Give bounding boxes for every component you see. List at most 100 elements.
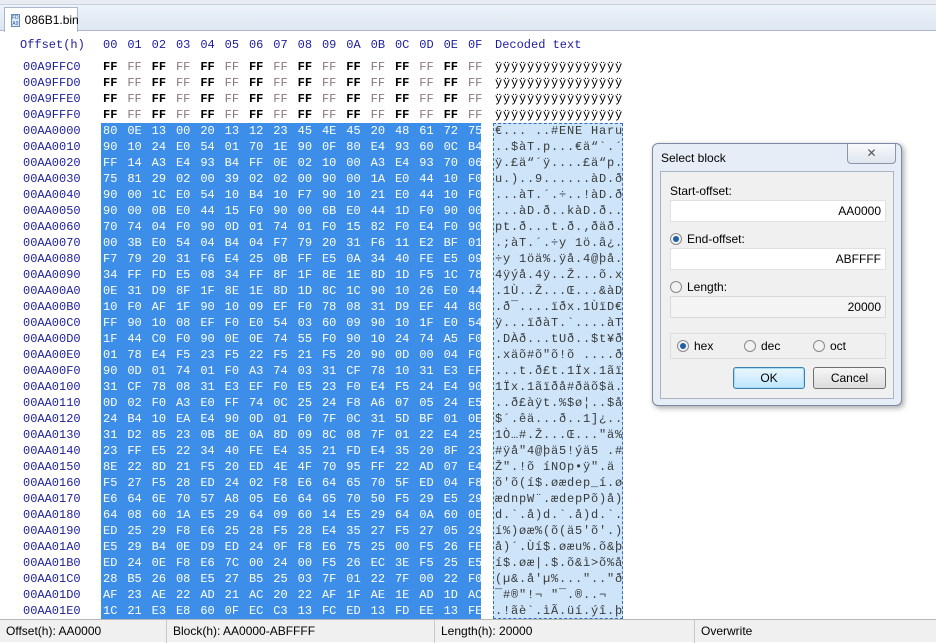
- byte-cell[interactable]: F0: [152, 395, 166, 411]
- decoded-text[interactable]: .ð¯....ïðx.1ÙïD€: [495, 299, 623, 315]
- decoded-text[interactable]: ...àT.´.÷..!àD.ð: [495, 187, 623, 203]
- byte-cell[interactable]: 70: [346, 491, 360, 507]
- decoded-text[interactable]: ..ð£àÿt.%$ø¦..$å: [495, 395, 623, 411]
- byte-cell[interactable]: 25: [225, 523, 239, 539]
- byte-cell[interactable]: 24: [249, 539, 263, 555]
- byte-cell[interactable]: FD: [395, 603, 409, 619]
- byte-cell[interactable]: 35: [298, 443, 312, 459]
- end-offset-radio[interactable]: [670, 233, 682, 245]
- byte-cell[interactable]: 25: [444, 555, 458, 571]
- byte-cell[interactable]: 0E: [468, 507, 482, 523]
- decoded-text[interactable]: ÿÿÿÿÿÿÿÿÿÿÿÿÿÿÿÿ: [495, 75, 623, 91]
- byte-cell[interactable]: 0E: [249, 331, 263, 347]
- byte-cell[interactable]: F5: [395, 523, 409, 539]
- byte-cell[interactable]: 15: [225, 203, 239, 219]
- byte-cell[interactable]: EF: [273, 299, 287, 315]
- byte-cell[interactable]: 0E: [273, 155, 287, 171]
- byte-cell[interactable]: 82: [371, 219, 385, 235]
- hex-row[interactable]: 00AA0030 75 81 29 02 00 39 02 02 00 90 00 1A E0 44 10 F0…: [0, 171, 630, 187]
- byte-cell[interactable]: 01: [395, 427, 409, 443]
- byte-cell[interactable]: B4: [152, 539, 166, 555]
- byte-cell[interactable]: 10: [152, 411, 166, 427]
- byte-cell[interactable]: F8: [346, 395, 360, 411]
- byte-cell[interactable]: FF: [200, 75, 214, 91]
- byte-cell[interactable]: 08: [127, 507, 141, 523]
- byte-cell[interactable]: 25: [249, 251, 263, 267]
- hex-row[interactable]: 00AA0070 00 3B E0 54 04 B4 04 F7 79 20 31 F6 11 E2 BF 01…: [0, 235, 630, 251]
- byte-cell[interactable]: 00: [468, 203, 482, 219]
- decoded-text[interactable]: pt.ð...t.ð.‚ðäð.: [495, 219, 623, 235]
- byte-cell[interactable]: 29: [152, 523, 166, 539]
- byte-cell[interactable]: 10: [444, 187, 458, 203]
- close-button[interactable]: ✕: [847, 144, 896, 164]
- hex-row[interactable]: 00A9FFF0 FF FF FF FF FF FF FF FF FF FF FF FF FF FF FF FF…: [0, 107, 630, 123]
- byte-cell[interactable]: FF: [249, 155, 263, 171]
- hex-row[interactable]: 00A9FFE0 FF FF FF FF FF FF FF FF FF FF FF FF FF FF FF FF…: [0, 91, 630, 107]
- byte-cell[interactable]: 04: [152, 219, 166, 235]
- byte-cell[interactable]: F5: [225, 347, 239, 363]
- byte-cell[interactable]: 08: [200, 267, 214, 283]
- byte-cell[interactable]: FF: [346, 75, 360, 91]
- byte-cell[interactable]: 8C: [322, 427, 336, 443]
- byte-cell[interactable]: 0C: [444, 139, 458, 155]
- byte-cell[interactable]: FC: [322, 603, 336, 619]
- byte-cell[interactable]: 09: [346, 315, 360, 331]
- byte-cell[interactable]: E0: [176, 187, 190, 203]
- byte-cell[interactable]: FF: [346, 107, 360, 123]
- byte-cell[interactable]: 90: [468, 379, 482, 395]
- byte-cell[interactable]: 72: [444, 123, 458, 139]
- byte-cell[interactable]: F0: [322, 219, 336, 235]
- byte-cell[interactable]: FF: [127, 91, 141, 107]
- byte-cell[interactable]: C0: [152, 331, 166, 347]
- byte-cell[interactable]: 54: [176, 235, 190, 251]
- byte-cell[interactable]: F5: [200, 459, 214, 475]
- byte-cell[interactable]: 24: [322, 395, 336, 411]
- byte-cell[interactable]: B4: [225, 155, 239, 171]
- decoded-text[interactable]: ...t.ð£t.1Ïx.1ãï: [495, 363, 623, 379]
- byte-cell[interactable]: F0: [127, 299, 141, 315]
- byte-cell[interactable]: 54: [468, 315, 482, 331]
- byte-cell[interactable]: F5: [273, 347, 287, 363]
- byte-cell[interactable]: 34: [200, 443, 214, 459]
- byte-cell[interactable]: 31: [200, 379, 214, 395]
- byte-cell[interactable]: 23: [200, 347, 214, 363]
- byte-cell[interactable]: 09: [468, 251, 482, 267]
- byte-cell[interactable]: 75: [346, 539, 360, 555]
- byte-cell[interactable]: F5: [103, 475, 117, 491]
- byte-cell[interactable]: 1D: [395, 203, 409, 219]
- byte-cell[interactable]: AF: [152, 299, 166, 315]
- byte-cell[interactable]: 79: [127, 251, 141, 267]
- byte-cell[interactable]: 10: [395, 315, 409, 331]
- byte-cell[interactable]: FF: [419, 91, 433, 107]
- byte-cell[interactable]: FF: [152, 75, 166, 91]
- byte-cell[interactable]: FF: [249, 59, 263, 75]
- byte-cell[interactable]: 78: [127, 347, 141, 363]
- byte-cell[interactable]: 24: [273, 555, 287, 571]
- byte-cell[interactable]: 26: [346, 555, 360, 571]
- byte-cell[interactable]: EE: [419, 603, 433, 619]
- byte-cell[interactable]: 26: [419, 283, 433, 299]
- byte-cell[interactable]: 90: [103, 139, 117, 155]
- byte-cell[interactable]: 13: [444, 603, 458, 619]
- byte-cell[interactable]: FF: [322, 59, 336, 75]
- byte-cell[interactable]: FF: [127, 75, 141, 91]
- byte-cell[interactable]: 00: [419, 347, 433, 363]
- byte-cell[interactable]: F0: [468, 571, 482, 587]
- byte-cell[interactable]: 45: [298, 123, 312, 139]
- byte-cell[interactable]: 6E: [152, 491, 166, 507]
- byte-cell[interactable]: E3: [152, 603, 166, 619]
- byte-cell[interactable]: 0A: [346, 251, 360, 267]
- byte-cell[interactable]: F0: [225, 363, 239, 379]
- byte-cell[interactable]: FF: [444, 75, 458, 91]
- byte-cell[interactable]: 44: [419, 171, 433, 187]
- decoded-text[interactable]: ÿ...ïðàT.`....àT: [495, 315, 623, 331]
- byte-cell[interactable]: 90: [371, 347, 385, 363]
- byte-cell[interactable]: FF: [395, 75, 409, 91]
- byte-cell[interactable]: 0E: [152, 555, 166, 571]
- byte-cell[interactable]: 50: [371, 491, 385, 507]
- byte-cell[interactable]: 09: [298, 427, 312, 443]
- hex-row[interactable]: 00AA0140 23 FF E5 22 34 40 FE E4 35 21 FD E4 35 20 8F 23…: [0, 443, 630, 459]
- byte-cell[interactable]: 90: [200, 331, 214, 347]
- byte-cell[interactable]: 03: [298, 363, 312, 379]
- byte-cell[interactable]: 90: [444, 203, 458, 219]
